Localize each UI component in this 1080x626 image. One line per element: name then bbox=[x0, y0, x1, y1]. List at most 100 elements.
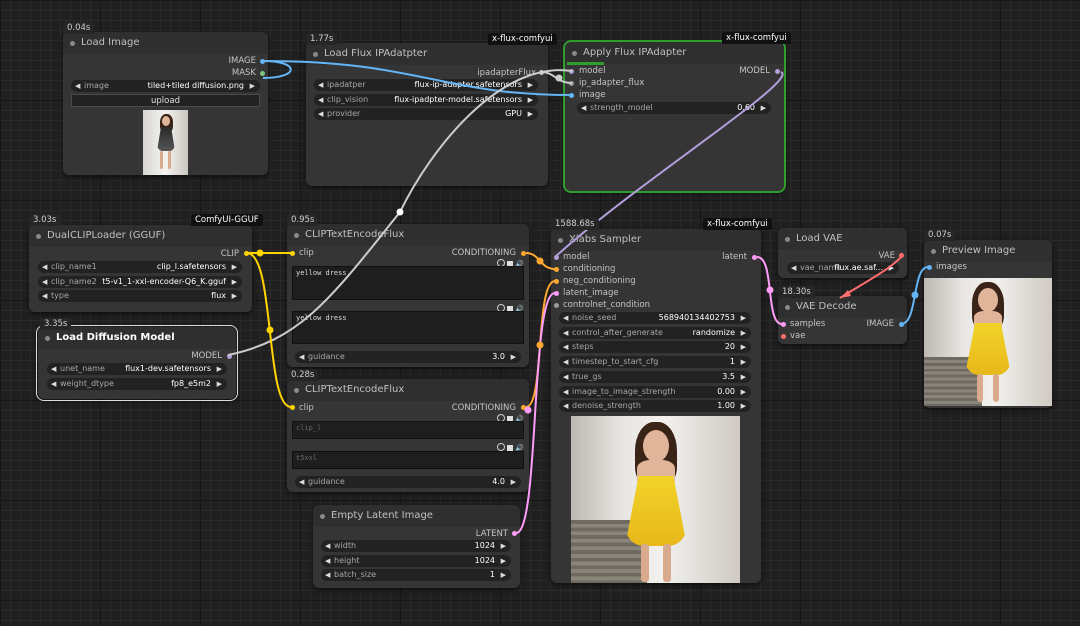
node-header[interactable]: Empty Latent Image bbox=[313, 505, 520, 527]
arrow-right-icon[interactable]: ▶ bbox=[501, 569, 506, 581]
guidance-slider[interactable]: ◀ guidance 3.0 ▶ bbox=[295, 351, 521, 363]
node-load-vae[interactable]: Load VAE VAE ◀ vae_name flux.ae.saf... ▶ bbox=[778, 228, 907, 278]
node-header[interactable]: Apply Flux IPAdapter bbox=[565, 42, 784, 64]
arrow-right-icon[interactable]: ▶ bbox=[528, 94, 533, 106]
arrow-left-icon[interactable]: ◀ bbox=[299, 476, 304, 488]
image-to-image-strength-input[interactable]: ◀ image_to_image_strength 0.00 ▶ bbox=[559, 386, 751, 398]
collapse-dot[interactable] bbox=[558, 238, 563, 243]
collapse-dot[interactable] bbox=[313, 52, 318, 57]
arrow-left-icon[interactable]: ◀ bbox=[563, 356, 568, 368]
arrow-right-icon[interactable]: ▶ bbox=[232, 290, 237, 302]
input-model-pin[interactable] bbox=[569, 69, 574, 74]
collapse-dot[interactable] bbox=[785, 237, 790, 242]
arrow-right-icon[interactable]: ▶ bbox=[528, 108, 533, 120]
node-header[interactable]: Preview Image bbox=[924, 240, 1052, 262]
collapse-dot[interactable] bbox=[320, 514, 325, 519]
arrow-left-icon[interactable]: ◀ bbox=[563, 312, 568, 324]
input-clip-pin[interactable] bbox=[290, 251, 295, 256]
arrow-right-icon[interactable]: ▶ bbox=[761, 102, 766, 114]
output-clip-pin[interactable] bbox=[244, 251, 249, 256]
node-empty-latent-image[interactable]: Empty Latent Image LATENT ◀ width 1024 ▶… bbox=[313, 505, 520, 588]
node-header[interactable]: Load Flux IPAdatpter bbox=[306, 43, 548, 65]
collapse-dot[interactable] bbox=[36, 234, 41, 239]
control-after-generate-select[interactable]: ◀ control_after_generate randomize ▶ bbox=[559, 327, 751, 339]
input-model-pin[interactable] bbox=[554, 255, 559, 260]
vae-name-select[interactable]: ◀ vae_name flux.ae.saf... ▶ bbox=[787, 262, 899, 274]
arrow-left-icon[interactable]: ◀ bbox=[791, 262, 796, 274]
arrow-left-icon[interactable]: ◀ bbox=[42, 261, 47, 273]
collapse-dot[interactable] bbox=[785, 305, 790, 310]
node-apply-flux-ipadapter[interactable]: Apply Flux IPAdapter model ip_adapter_fl… bbox=[563, 40, 786, 193]
arrow-left-icon[interactable]: ◀ bbox=[51, 378, 56, 390]
output-mask-pin[interactable] bbox=[260, 71, 265, 76]
collapse-dot[interactable] bbox=[45, 336, 50, 341]
arrow-left-icon[interactable]: ◀ bbox=[563, 371, 568, 383]
clip-name2-select[interactable]: ◀ clip_name2 t5-v1_1-xxl-encoder-Q6_K.gg… bbox=[38, 276, 242, 288]
arrow-right-icon[interactable]: ▶ bbox=[501, 540, 506, 552]
node-header[interactable]: Load VAE bbox=[778, 228, 907, 250]
arrow-left-icon[interactable]: ◀ bbox=[325, 555, 330, 567]
output-model-pin[interactable] bbox=[775, 69, 780, 74]
timestep-to-start-cfg-input[interactable]: ◀ timestep_to_start_cfg 1 ▶ bbox=[559, 356, 751, 368]
t5xxl-textarea[interactable]: t5xxl bbox=[292, 451, 524, 469]
arrow-left-icon[interactable]: ◀ bbox=[318, 94, 323, 106]
collapse-dot[interactable] bbox=[931, 249, 936, 254]
input-controlnet-pin[interactable] bbox=[554, 303, 559, 308]
collapse-dot[interactable] bbox=[70, 41, 75, 46]
arrow-right-icon[interactable]: ▶ bbox=[232, 261, 237, 273]
ipadatper-select[interactable]: ◀ ipadatper flux-ip-adapter.safetensors … bbox=[314, 79, 538, 91]
input-image-pin[interactable] bbox=[569, 93, 574, 98]
arrow-left-icon[interactable]: ◀ bbox=[563, 386, 568, 398]
weight-dtype-select[interactable]: ◀ weight_dtype fp8_e5m2 ▶ bbox=[47, 378, 227, 390]
node-xlabs-sampler[interactable]: Xlabs Sampler model conditioning neg_con… bbox=[551, 229, 761, 583]
arrow-left-icon[interactable]: ◀ bbox=[581, 102, 586, 114]
node-header[interactable]: Load Image bbox=[63, 32, 268, 54]
node-clip-text-encode-1[interactable]: CLIPTextEncodeFlux clip CONDITIONING 🔊 y… bbox=[287, 224, 529, 367]
input-vae-pin[interactable] bbox=[781, 334, 786, 339]
arrow-left-icon[interactable]: ◀ bbox=[42, 290, 47, 302]
node-load-image[interactable]: Load Image IMAGE MASK ◀ image tiled+tile… bbox=[63, 32, 268, 175]
input-conditioning-pin[interactable] bbox=[554, 267, 559, 272]
node-header[interactable]: VAE Decode bbox=[778, 296, 907, 318]
clip-l-textarea[interactable]: yellow dress bbox=[292, 266, 524, 300]
node-preview-image[interactable]: Preview Image images bbox=[924, 240, 1052, 408]
true-gs-input[interactable]: ◀ true_gs 3.5 ▶ bbox=[559, 371, 751, 383]
arrow-left-icon[interactable]: ◀ bbox=[563, 327, 568, 339]
strength-model-slider[interactable]: ◀ strength_model 0.60 ▶ bbox=[577, 102, 771, 114]
height-input[interactable]: ◀ height 1024 ▶ bbox=[321, 555, 511, 567]
output-conditioning-pin[interactable] bbox=[521, 251, 526, 256]
provider-select[interactable]: ◀ provider GPU ▶ bbox=[314, 108, 538, 120]
arrow-left-icon[interactable]: ◀ bbox=[299, 351, 304, 363]
arrow-right-icon[interactable]: ▶ bbox=[741, 400, 746, 412]
arrow-left-icon[interactable]: ◀ bbox=[318, 79, 323, 91]
input-images-pin[interactable] bbox=[927, 265, 932, 270]
batch-size-input[interactable]: ◀ batch_size 1 ▶ bbox=[321, 569, 511, 581]
type-select[interactable]: ◀ type flux ▶ bbox=[38, 290, 242, 302]
guidance-slider[interactable]: ◀ guidance 4.0 ▶ bbox=[295, 476, 521, 488]
arrow-right-icon[interactable]: ▶ bbox=[741, 386, 746, 398]
node-dual-clip-loader[interactable]: DualCLIPLoader (GGUF) CLIP ◀ clip_name1 … bbox=[29, 225, 252, 312]
arrow-right-icon[interactable]: ▶ bbox=[528, 79, 533, 91]
preview-output-image[interactable] bbox=[924, 278, 1052, 406]
node-header[interactable]: Load Diffusion Model bbox=[38, 327, 236, 349]
denoise-strength-input[interactable]: ◀ denoise_strength 1.00 ▶ bbox=[559, 400, 751, 412]
collapse-dot[interactable] bbox=[572, 51, 577, 56]
collapse-dot[interactable] bbox=[294, 388, 299, 393]
width-input[interactable]: ◀ width 1024 ▶ bbox=[321, 540, 511, 552]
output-model-pin[interactable] bbox=[227, 354, 232, 359]
arrow-right-icon[interactable]: ▶ bbox=[889, 262, 894, 274]
arrow-left-icon[interactable]: ◀ bbox=[325, 569, 330, 581]
arrow-right-icon[interactable]: ▶ bbox=[741, 371, 746, 383]
node-header[interactable]: Xlabs Sampler bbox=[551, 229, 761, 251]
clip-l-textarea[interactable]: clip_l bbox=[292, 421, 524, 439]
arrow-right-icon[interactable]: ▶ bbox=[741, 356, 746, 368]
arrow-right-icon[interactable]: ▶ bbox=[741, 327, 746, 339]
input-latent-image-pin[interactable] bbox=[554, 291, 559, 296]
arrow-right-icon[interactable]: ▶ bbox=[217, 363, 222, 375]
arrow-left-icon[interactable]: ◀ bbox=[563, 341, 568, 353]
input-ip-adapter-pin[interactable] bbox=[569, 81, 574, 86]
steps-input[interactable]: ◀ steps 20 ▶ bbox=[559, 341, 751, 353]
output-vae-pin[interactable] bbox=[899, 253, 904, 258]
arrow-right-icon[interactable]: ▶ bbox=[741, 312, 746, 324]
upload-button[interactable]: upload bbox=[71, 94, 260, 107]
